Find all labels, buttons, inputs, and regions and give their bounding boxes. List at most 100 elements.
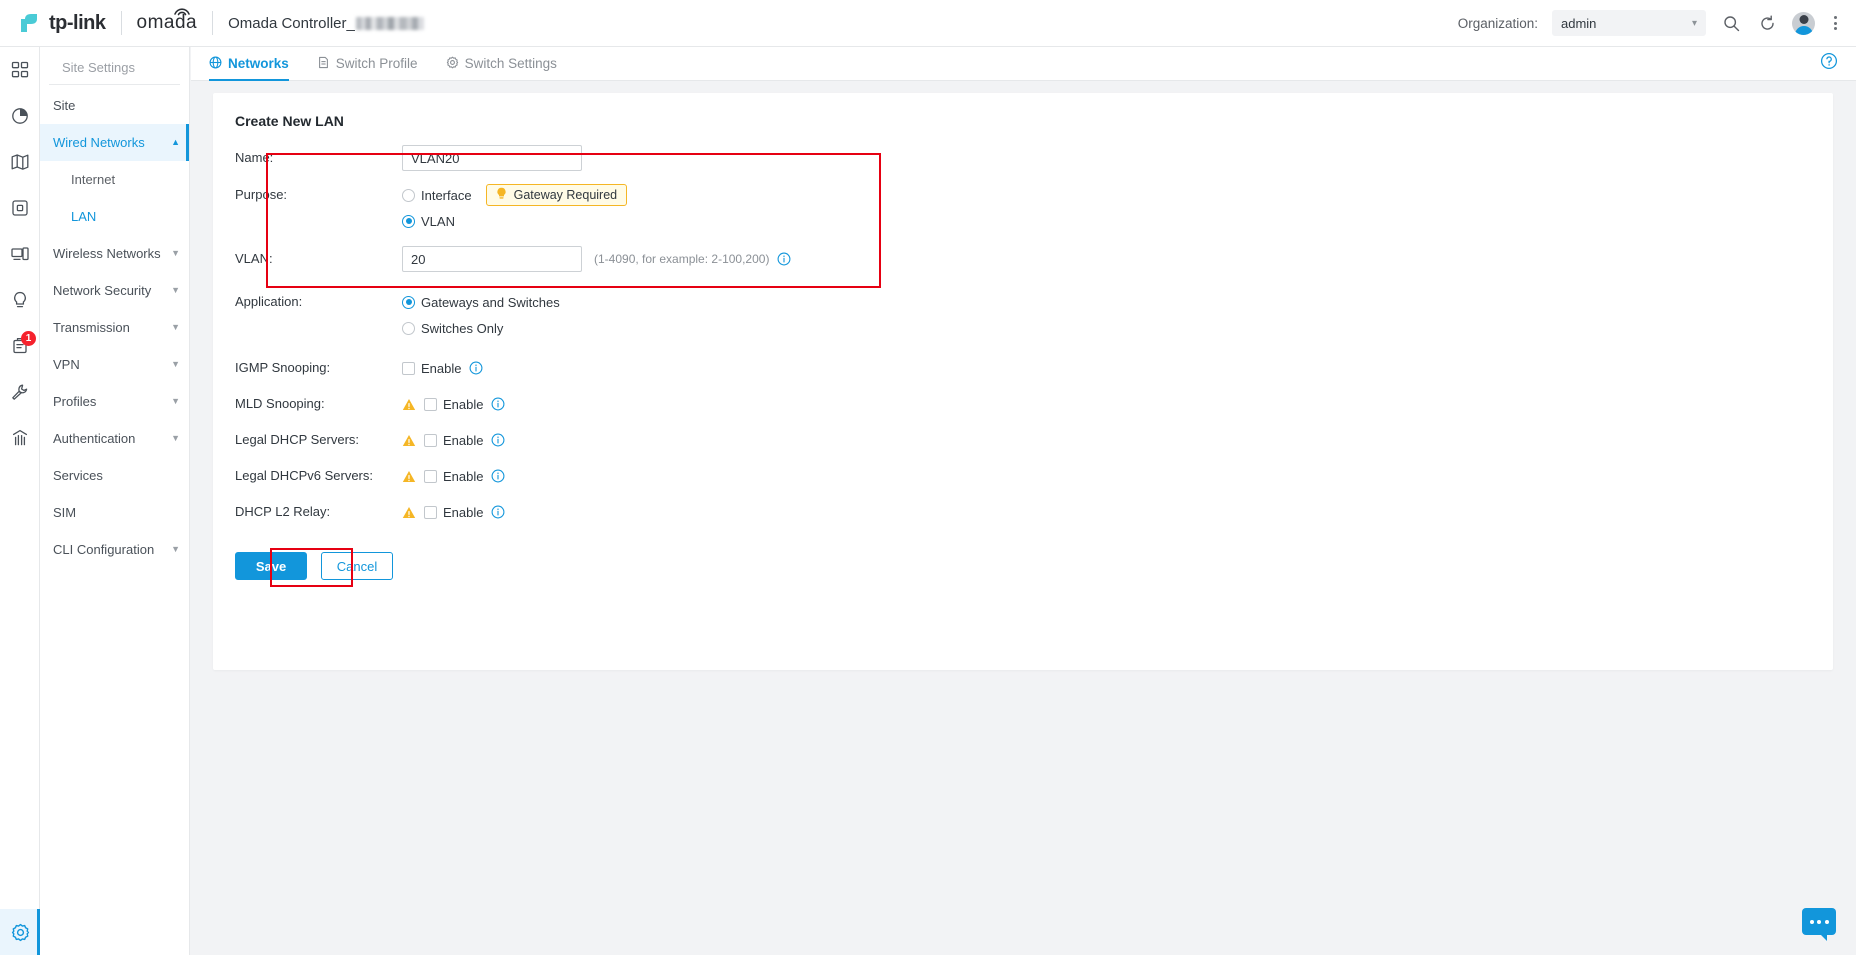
warning-icon — [402, 506, 416, 519]
form-row-purpose: Purpose: Interface Gateway Required VLAN — [235, 182, 1811, 234]
chevron-down-icon: ▼ — [171, 433, 180, 443]
vlan-hint: (1-4090, for example: 2-100,200) — [594, 252, 770, 266]
help-icon[interactable] — [1820, 52, 1838, 75]
rail-item-devices[interactable] — [0, 185, 40, 231]
search-icon[interactable] — [1720, 12, 1742, 34]
sidebar-item-authentication[interactable]: Authentication ▼ — [40, 420, 189, 457]
brand-area: tp-link omada Omada Controller_ — [0, 8, 424, 36]
sidebar-item-sim[interactable]: SIM — [40, 494, 189, 531]
create-lan-panel: Create New LAN Name: Purpose: Interface — [213, 93, 1833, 670]
form-row-legal-dhcp-servers: Legal DHCP Servers: Enable — [235, 427, 1811, 458]
avatar[interactable] — [1792, 11, 1815, 35]
avatar-body — [1794, 25, 1813, 35]
sidebar-item-wireless-networks[interactable]: Wireless Networks ▼ — [40, 235, 189, 272]
sidebar-item-vpn[interactable]: VPN ▼ — [40, 346, 189, 383]
chevron-down-icon: ▾ — [1691, 17, 1697, 29]
info-icon[interactable] — [777, 252, 791, 266]
info-icon[interactable] — [491, 397, 505, 411]
application-radio-gateways-and-switches[interactable]: Gateways and Switches — [402, 289, 560, 315]
form-row-vlan: VLAN: (1-4090, for example: 2-100,200) — [235, 246, 1811, 277]
chevron-down-icon: ▼ — [171, 359, 180, 369]
name-control — [402, 145, 582, 171]
mld-snooping-checkbox[interactable]: Enable — [424, 391, 483, 417]
tab-networks[interactable]: Networks — [209, 47, 289, 81]
sidebar-item-transmission[interactable]: Transmission ▼ — [40, 309, 189, 346]
sidebar-item-services[interactable]: Services — [40, 457, 189, 494]
sidebar-item-lan[interactable]: LAN — [40, 198, 189, 235]
legal-dhcp-servers-control: Enable — [402, 427, 505, 453]
controller-name-redacted — [355, 16, 424, 30]
checkbox-indicator — [424, 433, 437, 447]
rail-item-report[interactable] — [0, 415, 40, 461]
form-actions: Save Cancel — [235, 552, 1811, 580]
bulb-icon — [496, 187, 507, 203]
dhcp-l2-relay-checkbox[interactable]: Enable — [424, 499, 483, 525]
chat-widget-button[interactable] — [1802, 908, 1836, 941]
name-input[interactable] — [402, 145, 582, 171]
site-settings-sidebar: Site Settings Site Wired Networks ▲ Inte… — [40, 47, 190, 955]
sidebar-item-label: Internet — [71, 172, 116, 187]
chevron-down-icon: ▼ — [171, 396, 180, 406]
vlan-label: VLAN: — [235, 251, 273, 266]
sidebar-item-profiles[interactable]: Profiles ▼ — [40, 383, 189, 420]
igmp-snooping-control: Enable — [402, 355, 483, 381]
form-row-mld-snooping: MLD Snooping: Enable — [235, 391, 1811, 422]
organization-select[interactable]: admin ▾ — [1552, 10, 1706, 36]
rail-item-settings[interactable] — [0, 909, 40, 955]
purpose-radio-vlan[interactable]: VLAN — [402, 208, 455, 234]
tab-bar: Networks Switch Profile Switch Settings — [191, 47, 1856, 81]
info-icon[interactable] — [491, 469, 505, 483]
cancel-button[interactable]: Cancel — [321, 552, 393, 580]
tab-switch-settings[interactable]: Switch Settings — [446, 47, 557, 81]
rail-item-tools[interactable] — [0, 369, 40, 415]
sidebar-item-network-security[interactable]: Network Security ▼ — [40, 272, 189, 309]
controller-name-text: Omada Controller_ — [228, 14, 355, 32]
warning-icon — [402, 434, 416, 447]
vlan-input[interactable] — [402, 246, 582, 272]
rail-item-clients[interactable] — [0, 231, 40, 277]
legal-dhcp-servers-checkbox[interactable]: Enable — [424, 427, 483, 453]
tplink-wordmark: tp-link — [49, 11, 106, 34]
info-icon[interactable] — [469, 361, 483, 375]
organization-value: admin — [1561, 15, 1597, 31]
tab-switch-profile[interactable]: Switch Profile — [317, 47, 418, 81]
warning-icon — [402, 470, 416, 483]
rail-item-dashboard[interactable] — [0, 47, 40, 93]
checkbox-indicator — [402, 361, 415, 375]
brand-divider-1 — [120, 11, 122, 35]
rail-badge-log: 1 — [21, 331, 36, 346]
refresh-icon[interactable] — [1756, 12, 1778, 34]
sidebar-item-label: VPN — [53, 357, 80, 372]
info-icon[interactable] — [491, 505, 505, 519]
omada-controller-window: tp-link omada Omada Controller_ Organiza… — [0, 0, 1856, 955]
radio-indicator — [402, 295, 415, 309]
form-row-name: Name: — [235, 145, 1811, 176]
sidebar-item-wired-networks[interactable]: Wired Networks ▲ — [40, 124, 189, 161]
save-button[interactable]: Save — [235, 552, 307, 580]
tab-label: Switch Settings — [464, 56, 557, 71]
purpose-label: Purpose: — [235, 187, 288, 202]
brand-divider-2 — [212, 11, 214, 35]
igmp-snooping-checkbox[interactable]: Enable — [402, 355, 461, 381]
chevron-down-icon: ▼ — [171, 322, 180, 332]
application-control: Gateways and Switches Switches Only — [402, 289, 560, 341]
sidebar-item-cli-configuration[interactable]: CLI Configuration ▼ — [40, 531, 189, 568]
application-radio-switches-only[interactable]: Switches Only — [402, 315, 503, 341]
radio-label: Switches Only — [421, 320, 504, 336]
purpose-radio-interface[interactable]: Interface — [402, 182, 472, 208]
sidebar-item-internet[interactable]: Internet — [40, 161, 189, 198]
radio-label: Interface — [421, 187, 472, 203]
sidebar-item-site[interactable]: Site — [40, 87, 189, 124]
rail-item-map[interactable] — [0, 139, 40, 185]
rail-item-statistics[interactable] — [0, 93, 40, 139]
rail-item-insight[interactable] — [0, 277, 40, 323]
checkbox-label: Enable — [443, 468, 484, 484]
info-icon[interactable] — [491, 433, 505, 447]
checkbox-indicator — [424, 397, 437, 411]
more-menu-icon[interactable] — [1829, 16, 1842, 30]
legal-dhcpv6-servers-label: Legal DHCPv6 Servers: — [235, 468, 373, 483]
legal-dhcpv6-servers-checkbox[interactable]: Enable — [424, 463, 483, 489]
rail-item-log[interactable]: 1 — [0, 323, 40, 369]
chevron-down-icon: ▼ — [171, 248, 180, 258]
form-row-application: Application: Gateways and Switches Switc… — [235, 289, 1811, 341]
